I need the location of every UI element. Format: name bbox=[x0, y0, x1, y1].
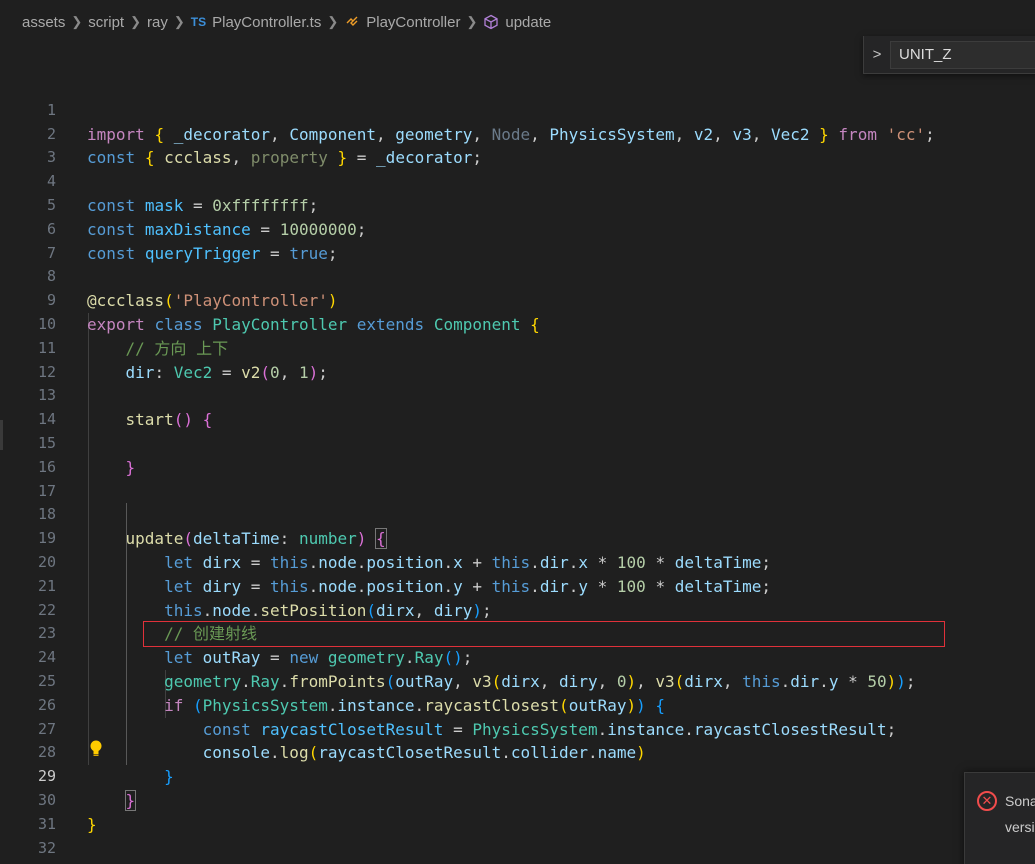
toggle-replace-chevron-icon[interactable]: > bbox=[864, 46, 890, 63]
code-line: 22 // 创建射线 bbox=[0, 575, 1035, 644]
code-line: 6 const queryTrigger = true; bbox=[0, 194, 1035, 263]
code-line: 11 dir: Vec2 = v2(0, 1); bbox=[0, 313, 1035, 382]
breadcrumb-file-label: PlayController.ts bbox=[212, 13, 322, 31]
error-icon: ✕ bbox=[977, 791, 997, 811]
lightbulb-icon[interactable] bbox=[89, 740, 103, 762]
code-line: 33 bbox=[0, 837, 1035, 864]
code-line: 15 } bbox=[0, 408, 1035, 477]
find-input[interactable]: UNIT_Z bbox=[890, 40, 1035, 69]
notification-message: versi bbox=[1005, 819, 1035, 835]
code-line: 3 bbox=[0, 123, 1035, 166]
code-line: 27 console.log(raycastClosetResult.colli… bbox=[0, 694, 1035, 763]
method-symbol-icon bbox=[484, 14, 499, 30]
code-line: 5 const maxDistance = 10000000; bbox=[0, 170, 1035, 239]
highlight-annotation-box bbox=[143, 621, 945, 647]
typescript-file-icon: TS bbox=[190, 15, 207, 29]
line-number: 33 bbox=[0, 860, 56, 864]
code-line: 29 } bbox=[0, 741, 1035, 811]
chevron-right-icon: ❯ bbox=[173, 14, 185, 29]
code-line: 12 bbox=[0, 337, 1035, 381]
code-line: 18 update(deltaTime: number) { bbox=[0, 480, 1035, 550]
code-line: 26 const raycastClosetResult = PhysicsSy… bbox=[0, 670, 1035, 739]
breadcrumb-item-class[interactable]: PlayController bbox=[344, 14, 460, 31]
code-line: 2 const { ccclass, property } = _decorat… bbox=[0, 99, 1035, 168]
notification-toast[interactable]: ✕ Sona versi bbox=[964, 772, 1035, 864]
code-line: 20 let diry = this.node.position.y + thi… bbox=[0, 527, 1035, 596]
breadcrumb-method-label: update bbox=[505, 13, 552, 31]
code-line: 25 if (PhysicsSystem.instance.raycastClo… bbox=[0, 646, 1035, 715]
code-line: 19 let dirx = this.node.position.x + thi… bbox=[0, 503, 1035, 572]
code-editor[interactable]: 1 import { _decorator, Component, geomet… bbox=[0, 75, 1035, 864]
breadcrumb-item-file[interactable]: TS PlayController.ts bbox=[191, 14, 322, 31]
chevron-right-icon: ❯ bbox=[466, 14, 478, 29]
breadcrumb-class-label: PlayController bbox=[366, 13, 461, 31]
chevron-right-icon: ❯ bbox=[327, 14, 339, 29]
breadcrumb-item-assets[interactable]: assets bbox=[22, 14, 65, 31]
code-line: 4 const mask = 0xffffffff; bbox=[0, 146, 1035, 215]
code-line: 32 bbox=[0, 813, 1035, 857]
code-line: 28 } bbox=[0, 718, 1035, 786]
breadcrumb-item-script[interactable]: script bbox=[88, 14, 124, 31]
code-line: 8 @ccclass('PlayController') bbox=[0, 242, 1035, 310]
breadcrumb-item-method[interactable]: update bbox=[483, 14, 551, 31]
notification-title: Sona bbox=[1005, 793, 1035, 809]
code-line: 10 // 方向 上下 bbox=[0, 289, 1035, 358]
code-line: 17 bbox=[0, 456, 1035, 500]
chevron-right-icon: ❯ bbox=[130, 14, 142, 29]
code-line: 13 start() { bbox=[0, 361, 1035, 429]
code-line: 14 bbox=[0, 384, 1035, 428]
code-line: 1 import { _decorator, Component, geomet… bbox=[0, 75, 1035, 144]
code-line: 16 bbox=[0, 432, 1035, 476]
code-line: 30 } bbox=[0, 765, 1035, 834]
code-line: 7 bbox=[0, 218, 1035, 262]
code-line: 9 export class PlayController extends Co… bbox=[0, 265, 1035, 334]
breadcrumb-item-ray[interactable]: ray bbox=[147, 14, 168, 31]
find-widget: > UNIT_Z bbox=[863, 36, 1035, 74]
code-line: 23 let outRay = new geometry.Ray(); bbox=[0, 599, 1035, 667]
code-line: 31 bbox=[0, 789, 1035, 833]
class-symbol-icon bbox=[346, 16, 358, 26]
code-line: 21 this.node.setPosition(dirx, diry); bbox=[0, 551, 1035, 620]
chevron-right-icon: ❯ bbox=[71, 14, 83, 29]
